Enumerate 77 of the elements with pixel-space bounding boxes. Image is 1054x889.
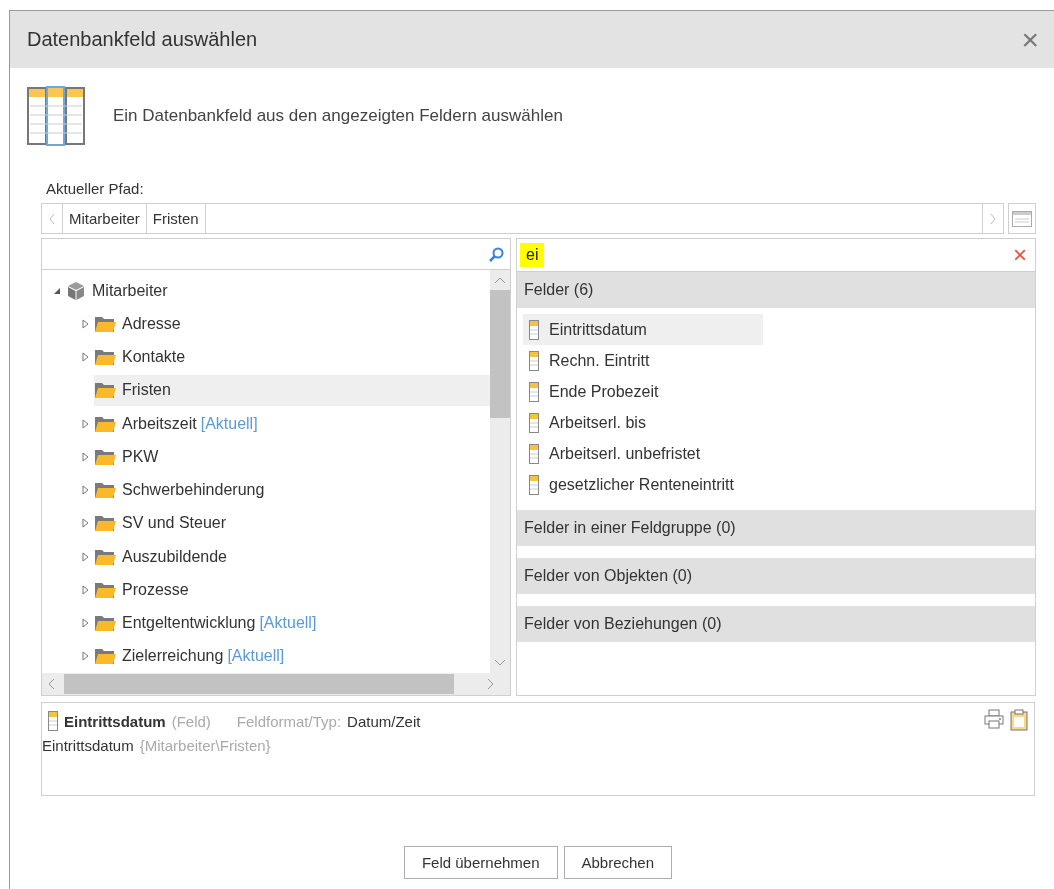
- expand-arrow-icon[interactable]: [81, 451, 89, 462]
- path-label: Aktueller Pfad:: [46, 180, 145, 197]
- expand-arrow-icon[interactable]: [81, 584, 89, 595]
- field-path: {Mitarbeiter\Fristen}: [139, 737, 271, 754]
- field-icon: [48, 711, 58, 731]
- tree-item[interactable]: Kontakte: [94, 341, 194, 373]
- folder-icon: [94, 514, 116, 533]
- tree-item[interactable]: Mitarbeiter: [66, 275, 176, 307]
- field-item[interactable]: Ende Probezeit: [523, 376, 763, 407]
- field-kind: (Feld): [171, 712, 211, 730]
- list-view-button[interactable]: [1008, 203, 1036, 234]
- expand-arrow-icon[interactable]: [81, 418, 89, 429]
- tree-item[interactable]: Prozesse: [94, 574, 197, 606]
- format-label: Feldformat/Typ:: [236, 712, 342, 730]
- field-item[interactable]: Eintrittsdatum: [523, 314, 763, 345]
- apply-button[interactable]: Feld übernehmen: [403, 846, 558, 879]
- section-header[interactable]: Felder von Objekten (0): [517, 558, 1035, 594]
- folder-icon: [94, 447, 116, 466]
- folder-icon: [94, 547, 116, 566]
- chevron-up-icon[interactable]: [494, 276, 506, 284]
- field-icon: [529, 319, 539, 340]
- folder-icon: [94, 614, 116, 633]
- tree-item[interactable]: PKW: [94, 441, 167, 473]
- folder-icon: [94, 381, 116, 400]
- expand-arrow-icon[interactable]: [81, 352, 89, 363]
- field-name: Eintrittsdatum: [64, 712, 166, 730]
- tree-item[interactable]: Entgeltentwicklung [Aktuell]: [94, 607, 325, 639]
- window-title: Datenbankfeld auswählen: [27, 28, 258, 51]
- section-header[interactable]: Felder (6): [517, 272, 1035, 308]
- expand-arrow-icon[interactable]: [81, 551, 89, 562]
- tree-item[interactable]: Zielerreichung [Aktuell]: [94, 640, 293, 672]
- expand-arrow-icon[interactable]: [81, 618, 89, 629]
- horizontal-scrollbar[interactable]: [42, 673, 510, 695]
- cube-icon: [66, 280, 86, 301]
- field-item[interactable]: Arbeitserl. bis: [523, 407, 763, 438]
- tree-item[interactable]: Schwerbehinderung: [94, 474, 273, 506]
- folder-icon: [94, 314, 116, 333]
- field-item[interactable]: Rechn. Eintritt: [523, 345, 763, 376]
- tree-item[interactable]: Auszubildende: [94, 541, 235, 573]
- clear-button[interactable]: ×: [1013, 243, 1027, 267]
- section-header[interactable]: Felder in einer Feldgruppe (0): [517, 510, 1035, 546]
- table-columns-icon: [27, 86, 85, 146]
- field-item[interactable]: gesetzlicher Renteneintritt: [523, 469, 763, 500]
- folder-icon: [94, 647, 116, 666]
- chevron-down-icon[interactable]: [494, 659, 506, 667]
- tree-item[interactable]: Fristen: [94, 374, 490, 406]
- field-item[interactable]: Arbeitserl. unbefristet: [523, 438, 763, 469]
- field-icon: [529, 443, 539, 464]
- chevron-left-icon: [49, 212, 55, 225]
- tree-item[interactable]: Arbeitszeit [Aktuell]: [94, 408, 266, 440]
- expand-arrow-icon[interactable]: [81, 318, 89, 329]
- cancel-button[interactable]: Abbrechen: [563, 846, 673, 879]
- vertical-scrollbar[interactable]: [490, 270, 510, 673]
- search-icon[interactable]: [489, 246, 504, 262]
- folder-icon: [94, 348, 116, 367]
- printer-icon[interactable]: [984, 709, 1004, 729]
- folder-icon: [94, 580, 116, 599]
- field-icon: [529, 474, 539, 495]
- collapse-arrow-icon[interactable]: [53, 286, 61, 295]
- tree-item[interactable]: Adresse: [94, 308, 189, 340]
- field-icon: [529, 381, 539, 402]
- list-icon: [1012, 210, 1032, 227]
- folder-icon: [94, 481, 116, 500]
- chevron-right-icon: [990, 212, 996, 225]
- breadcrumb-item[interactable]: Mitarbeiter: [62, 204, 147, 233]
- folder-icon: [94, 414, 116, 433]
- format-value: Datum/Zeit: [347, 712, 421, 730]
- section-header[interactable]: Felder von Beziehungen (0): [517, 606, 1035, 642]
- expand-arrow-icon[interactable]: [81, 518, 89, 529]
- path-name: Eintrittsdatum: [42, 737, 134, 754]
- expand-arrow-icon[interactable]: [81, 485, 89, 496]
- field-icon: [529, 350, 539, 371]
- intro-text: Ein Datenbankfeld aus den angezeigten Feldern auswählen: [113, 106, 563, 126]
- tree-item[interactable]: SV und Steuer: [94, 507, 235, 539]
- field-icon: [529, 412, 539, 433]
- expand-arrow-icon[interactable]: [81, 651, 89, 662]
- clipboard-icon[interactable]: [1010, 709, 1028, 731]
